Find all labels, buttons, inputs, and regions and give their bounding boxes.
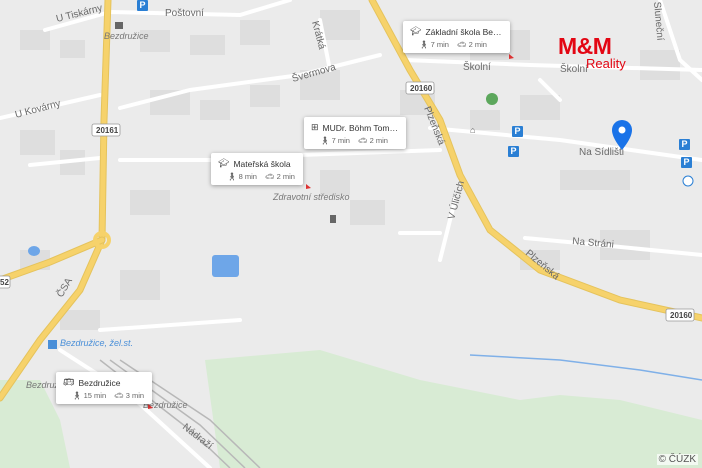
walk-time: 🚶︎ 8 min	[227, 172, 257, 181]
poi-card-title: MUDr. Böhm Tom…	[322, 122, 398, 133]
street-label: Školní	[463, 60, 491, 73]
station-label: Bezdružice, žel.st.	[60, 338, 133, 348]
car-time: 🚗︎ 2 min	[264, 172, 295, 181]
street-label: V Úličích	[444, 179, 467, 220]
road-number-badge: 20160	[665, 308, 695, 322]
poi-card-title: Bezdružice	[78, 377, 121, 388]
parking-icon: P	[137, 0, 148, 11]
brand-logo-mark: M&M	[558, 33, 612, 59]
svg-text:20161: 20161	[96, 126, 119, 135]
car-time: 🚗︎ 2 min	[357, 136, 388, 145]
road-number-badge: 20161	[91, 123, 121, 137]
car-time: 🚗︎ 3 min	[114, 391, 145, 400]
poi-card-title: Mateřská škola	[233, 158, 291, 169]
poi-card-mudr[interactable]: ⊞ MUDr. Böhm Tom… 🚶︎ 7 min 🚗︎ 2 min	[304, 117, 406, 149]
poi-card-materska-skola[interactable]: 🎓︎ Mateřská škola 🚶︎ 8 min 🚗︎ 2 min	[211, 153, 303, 185]
toilet-icon	[330, 215, 336, 223]
svg-text:20160: 20160	[410, 84, 433, 93]
bus-icon: 🚌︎	[63, 377, 75, 387]
parking-icon: P	[512, 126, 523, 137]
place-label: Bezdružice	[104, 31, 149, 41]
poi-card-title: Základní škola Be…	[425, 26, 502, 37]
street-label: Na Sídlišti	[579, 147, 624, 158]
pond-small	[28, 246, 40, 256]
brand-logo: M&M Reality	[558, 34, 638, 71]
walk-time: 🚶︎ 7 min	[419, 40, 449, 49]
building-icon	[115, 22, 123, 29]
walk-time: 🚶︎ 7 min	[320, 136, 350, 145]
street-label: Sluneční	[651, 1, 665, 41]
brand-logo-sub: Reality	[586, 56, 626, 71]
poi-card-bus-stop[interactable]: 🚌︎ Bezdružice 🚶︎ 15 min 🚗︎ 3 min	[56, 372, 153, 404]
svg-text:52: 52	[0, 278, 9, 287]
school-icon: 🎓︎	[218, 158, 230, 168]
poi-card-zakladni-skola[interactable]: 🎓︎ Základní škola Be… 🚶︎ 7 min 🚗︎ 2 min	[403, 21, 510, 53]
map-copyright: © ČÚZK	[656, 454, 698, 465]
parking-icon: P	[508, 146, 519, 157]
road-number-badge: 20160	[405, 81, 435, 95]
place-label: Zdravotní středisko	[272, 192, 350, 202]
parking-icon: P	[679, 139, 690, 150]
poi-marker[interactable]	[306, 184, 311, 189]
sports-icon	[486, 93, 498, 105]
school-map-icon: ⌂	[470, 125, 475, 135]
street-label: Na Stráni	[572, 236, 614, 251]
accessibility-icon	[682, 175, 694, 187]
property-location-pin[interactable]	[612, 120, 632, 150]
street-label: U Kovárny	[14, 98, 62, 121]
road-number-badge: 52	[0, 275, 11, 289]
svg-text:20160: 20160	[670, 311, 693, 320]
street-label: Poštovní	[165, 8, 204, 19]
stream	[469, 354, 702, 381]
school-icon: 🎓︎	[410, 26, 422, 36]
train-station-icon[interactable]	[48, 340, 57, 349]
parking-icon: P	[681, 157, 692, 168]
car-time: 🚗︎ 2 min	[456, 40, 487, 49]
pond	[212, 255, 239, 277]
medical-icon: ⊞	[311, 122, 319, 132]
walk-time: 🚶︎ 15 min	[72, 391, 107, 400]
